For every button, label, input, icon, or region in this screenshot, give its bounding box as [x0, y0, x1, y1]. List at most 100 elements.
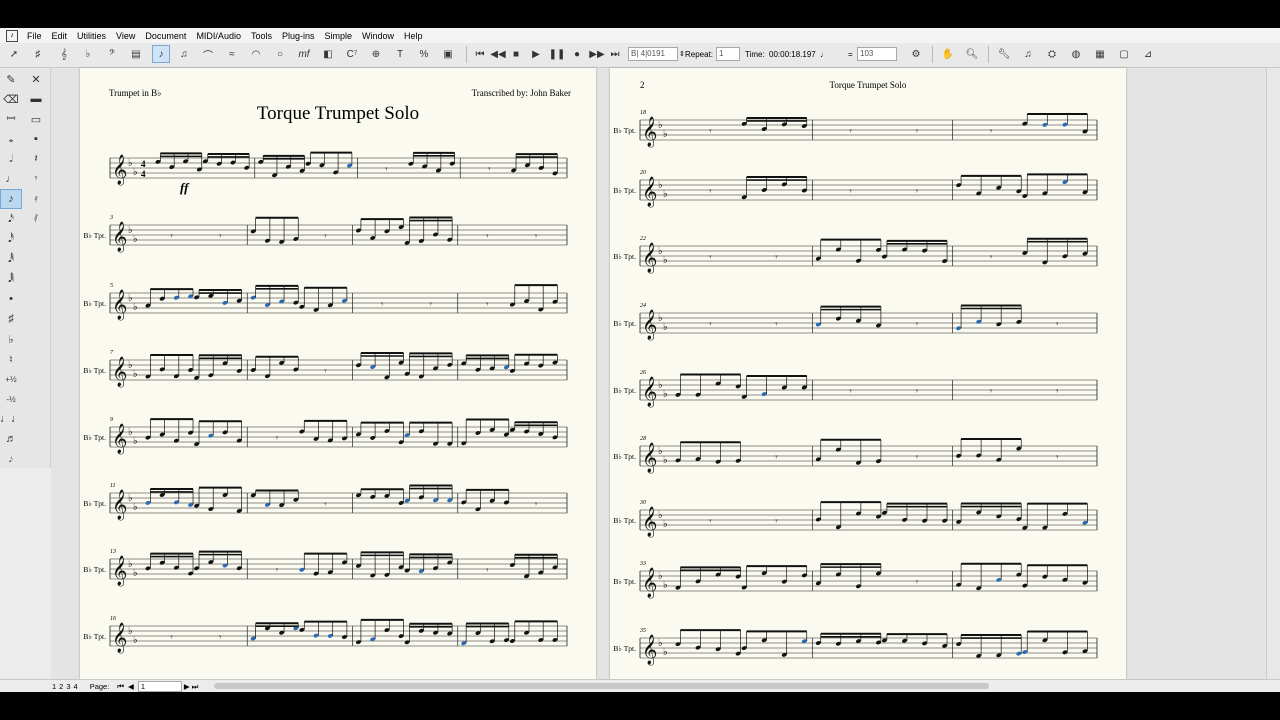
palette-eighth-rest-icon[interactable]: 𝄾	[26, 170, 46, 188]
palette-flat-icon[interactable]: ♭	[1, 330, 21, 348]
palette-32nd-note-icon[interactable]: 𝅘𝅥𝅰	[1, 230, 21, 248]
palette-eighth-note-icon[interactable]: ♪	[0, 189, 22, 209]
end-icon[interactable]: ⏭	[607, 46, 623, 62]
note-entry-icon[interactable]: ♪	[152, 45, 170, 63]
palette-dot-icon[interactable]: •	[1, 290, 21, 308]
repeat-icon[interactable]: ◧	[320, 46, 336, 62]
palette-64th-note-icon[interactable]: 𝅘𝅥𝅱	[1, 250, 21, 268]
last-page-icon[interactable]: ⏭	[192, 682, 199, 692]
vertical-scrollbar[interactable]	[1266, 68, 1280, 679]
palette-grace-icon[interactable]: 𝆕	[1, 450, 21, 468]
page-layout-icon[interactable]: ▣	[440, 46, 456, 62]
rest: 𝄾	[170, 632, 173, 642]
palette-pencil-icon[interactable]: ✎	[1, 70, 21, 88]
slur-icon[interactable]: ◠	[248, 46, 264, 62]
prev-page-icon[interactable]: ◀	[128, 682, 134, 691]
palette-half-step-down-icon[interactable]: -½	[1, 390, 21, 408]
palette-breve-icon[interactable]: ▪	[26, 130, 46, 148]
measure-counter[interactable]: B| 4|0191 ⇕	[628, 47, 685, 61]
smart-shape-icon[interactable]: ⌒	[200, 46, 216, 62]
palette-sharp-icon[interactable]: ♯	[1, 310, 21, 328]
menu-window[interactable]: Window	[357, 31, 399, 41]
repeat-field[interactable]: 1	[716, 47, 740, 61]
menu-simple[interactable]: Simple	[320, 31, 358, 41]
articulation-icon[interactable]: ≈	[224, 46, 240, 62]
palette-tuplet-icon[interactable]: ♬	[1, 430, 21, 448]
palette-half-note-icon[interactable]: 𝅗𝅥	[1, 150, 21, 168]
score-page-2[interactable]: 2 Torque Trumpet Solo B♭ Tpt. 18 𝄞 ♭ ♭ 𝄾 𝄾 𝄾 𝄾 B♭…	[610, 68, 1126, 679]
speedy-icon[interactable]: ⛭	[1044, 46, 1060, 62]
record-icon[interactable]: ●	[569, 46, 585, 62]
palette-quarter-note-icon[interactable]: ♩	[1, 170, 21, 188]
palette-half-rest-icon[interactable]: ▭	[26, 110, 46, 128]
text-tool-icon[interactable]: T	[392, 46, 408, 62]
select-icon[interactable]: ➚	[6, 46, 22, 62]
fast-forward-icon[interactable]: ▶▶	[589, 46, 605, 62]
staff-tool-icon[interactable]: ♯	[30, 46, 46, 62]
mixer-icon[interactable]: ♫	[1020, 46, 1036, 62]
pause-icon[interactable]: ❚❚	[549, 46, 566, 62]
menu-document[interactable]: Document	[140, 31, 191, 41]
palette-128th-note-icon[interactable]: 𝅘𝅥𝅲	[1, 270, 21, 288]
time-tool-icon[interactable]: 𝄢	[104, 46, 120, 62]
staff-label: B♭ Tpt.	[83, 632, 106, 641]
palette-half-step-up-icon[interactable]: +½	[1, 370, 21, 388]
palette-16th-rest-icon[interactable]: 𝄿	[26, 190, 46, 208]
counter-value[interactable]: B| 4|0191	[628, 47, 678, 61]
scroll-mode-icon[interactable]: ⊿	[1140, 46, 1156, 62]
repeat-value[interactable]: 1	[716, 47, 740, 61]
palette-whole-note-icon[interactable]: 𝅝	[1, 130, 21, 148]
score-workspace[interactable]: Trumpet in B♭ Transcribed by: John Baker…	[51, 68, 1280, 679]
palette-tie-icon[interactable]: ♩♩	[0, 410, 22, 428]
horizontal-scrollbar[interactable]	[214, 683, 989, 689]
rest: 𝄾	[916, 452, 919, 462]
clef-tool-icon[interactable]: 𝄞	[56, 46, 72, 62]
lyrics-icon[interactable]: ⊕	[368, 46, 384, 62]
palette-16th-note-icon[interactable]: 𝅘𝅥𝅯	[1, 210, 21, 228]
playback-settings-icon[interactable]: ⚙	[908, 46, 924, 62]
chord-tool-icon[interactable]: ○	[272, 46, 288, 62]
grid-icon[interactable]: ▦	[1092, 46, 1108, 62]
tempo-field[interactable]: 103	[857, 47, 897, 61]
palette-natural-icon[interactable]: ♮	[1, 350, 21, 368]
palette-quarter-rest-icon[interactable]: 𝄽	[26, 150, 46, 168]
app-icon[interactable]: ♪	[6, 29, 18, 42]
page-number-field[interactable]: 1	[137, 681, 182, 692]
tuplet-tool-icon[interactable]: ♫	[176, 46, 192, 62]
stop-icon[interactable]: ■	[508, 46, 524, 62]
tempo-value[interactable]: 103	[857, 47, 897, 61]
page-tab-2[interactable]: 2	[59, 682, 63, 691]
palette-close-icon[interactable]: ✕	[26, 70, 46, 88]
menu-midi-audio[interactable]: MIDI/Audio	[191, 31, 246, 41]
chord-symbol-icon[interactable]: C⁷	[344, 46, 360, 62]
resize-tool-icon[interactable]: %	[416, 46, 432, 62]
hand-icon[interactable]: ✋	[940, 46, 956, 62]
menu-view[interactable]: View	[111, 31, 140, 41]
menu-help[interactable]: Help	[399, 31, 428, 41]
page-tab-1[interactable]: 1	[52, 682, 56, 691]
rewind-back-icon[interactable]: ◀◀	[490, 46, 506, 62]
menu-edit[interactable]: Edit	[47, 31, 73, 41]
key-tool-icon[interactable]: ♭	[80, 46, 96, 62]
rewind-icon[interactable]: ⏮	[472, 46, 488, 62]
menu-file[interactable]: File	[22, 31, 47, 41]
palette-32nd-rest-icon[interactable]: 𝅀	[26, 210, 46, 228]
first-page-icon[interactable]: ⏮	[117, 682, 124, 692]
menu-tools[interactable]: Tools	[246, 31, 277, 41]
next-page-icon[interactable]: ▶	[184, 682, 190, 691]
expression-icon[interactable]: mf	[296, 46, 312, 62]
score-page-1[interactable]: Trumpet in B♭ Transcribed by: John Baker…	[80, 68, 596, 679]
measure-tool-icon[interactable]: ▤	[128, 46, 144, 62]
wrench-icon[interactable]: 🔧︎	[996, 46, 1012, 62]
palette-rest-icon[interactable]: ▬	[26, 90, 46, 108]
menu-utilities[interactable]: Utilities	[72, 31, 111, 41]
palette-multirest-icon[interactable]: 𝄩	[1, 110, 21, 128]
menu-plug-ins[interactable]: Plug-ins	[277, 31, 320, 41]
play-icon[interactable]: ▶	[528, 46, 544, 62]
page-tab-3[interactable]: 3	[66, 682, 70, 691]
zoom-icon[interactable]: 🔍︎	[964, 46, 980, 62]
globe-icon[interactable]: ◍	[1068, 46, 1084, 62]
palette-eraser-icon[interactable]: ⌫	[1, 90, 21, 108]
page-icon[interactable]: ▢	[1116, 46, 1132, 62]
page-tab-4[interactable]: 4	[74, 682, 78, 691]
